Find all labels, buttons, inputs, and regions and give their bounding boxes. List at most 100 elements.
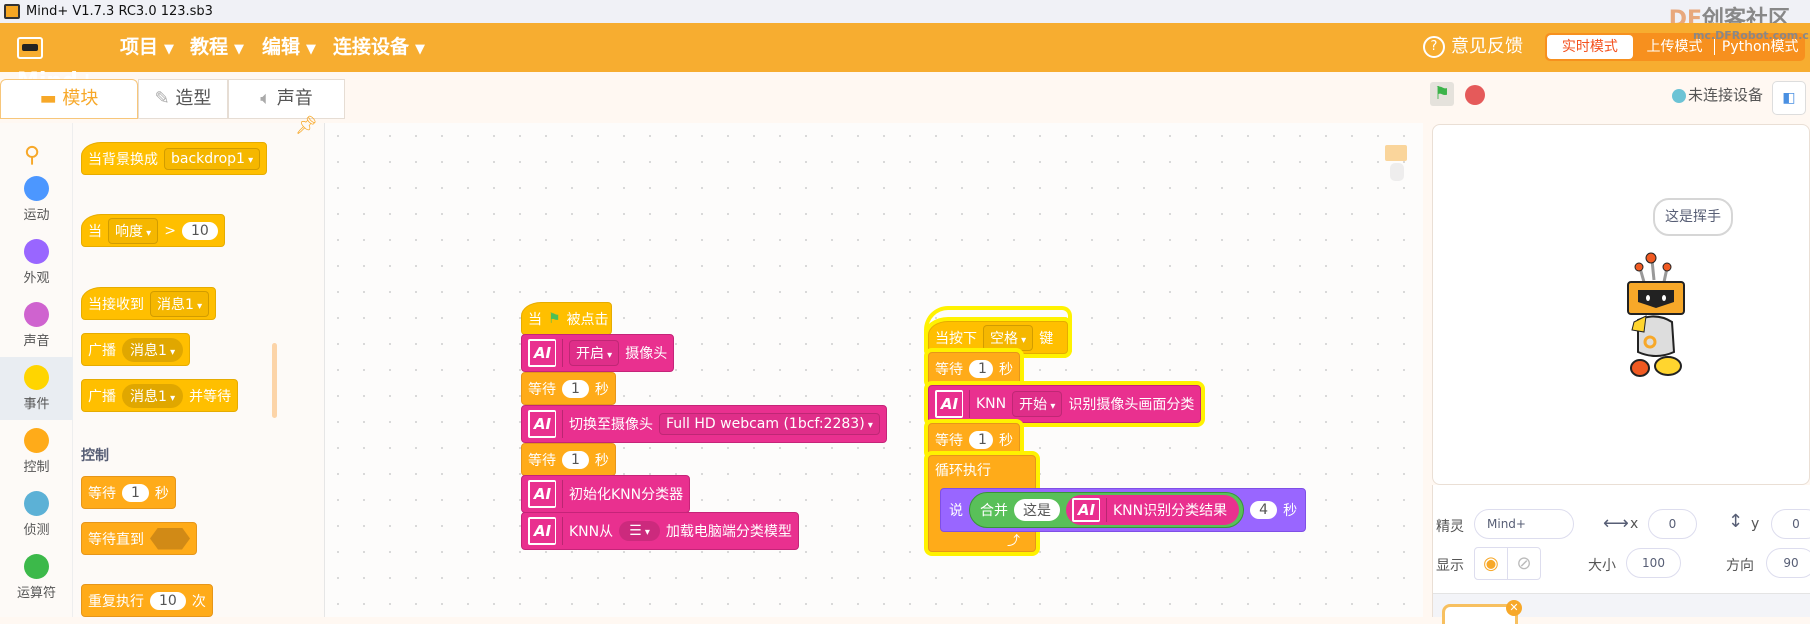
- category-looks[interactable]: 外观: [0, 231, 73, 294]
- search-icon[interactable]: ⚲: [24, 143, 40, 168]
- chevron-down-icon: ▼: [306, 42, 317, 57]
- value-input[interactable]: 1: [969, 359, 993, 378]
- stage-layout-button[interactable]: ◧: [1772, 81, 1806, 115]
- mind-plus-robot-sprite[interactable]: [1622, 250, 1692, 380]
- block-text: 当: [88, 223, 102, 240]
- tab-label: 模块: [62, 88, 99, 109]
- knn-state-dropdown[interactable]: 开始: [1012, 391, 1063, 417]
- size-input[interactable]: 100: [1626, 548, 1681, 578]
- stop-button[interactable]: [1465, 85, 1485, 105]
- tab-sounds[interactable]: 🔈︎ 声音: [228, 79, 345, 119]
- block-text: KNN从: [569, 524, 614, 540]
- eye-slash-icon[interactable]: ⊘: [1508, 548, 1540, 579]
- category-dot: [24, 302, 49, 327]
- file-menu-icon[interactable]: ☰: [619, 521, 660, 541]
- value-input[interactable]: 1: [562, 379, 589, 398]
- camera-dropdown[interactable]: Full HD webcam (1bcf:2283): [659, 413, 880, 435]
- block-wait[interactable]: 等待 1 秒: [928, 352, 1020, 385]
- block-text: 键: [1039, 330, 1054, 347]
- sprite-name-input[interactable]: Mind+: [1474, 509, 1574, 539]
- stage[interactable]: [1432, 124, 1810, 485]
- key-dropdown[interactable]: 空格: [983, 324, 1034, 351]
- palette-scrollbar[interactable]: [272, 343, 277, 418]
- camera-state-dropdown[interactable]: 开启: [569, 340, 620, 366]
- category-events[interactable]: 事件: [0, 357, 73, 420]
- knn-result-reporter[interactable]: AI KNN识别分类结果: [1066, 495, 1240, 525]
- mode-realtime[interactable]: 实时模式: [1547, 35, 1633, 59]
- value-input[interactable]: 10: [150, 591, 186, 610]
- string-input[interactable]: 这是: [1014, 499, 1060, 521]
- code-workspace[interactable]: 当⚑被点击 AI开启摄像头 等待1秒 AI 切换至摄像头 Full HD webca…: [325, 123, 1423, 617]
- tab-costumes[interactable]: ✎ 造型: [138, 79, 228, 119]
- block-broadcast-and-wait[interactable]: 广播消息1 并等待: [81, 379, 239, 412]
- block-ai-camera-toggle[interactable]: AI 开启摄像头: [521, 334, 675, 372]
- block-text: 切换至摄像头: [569, 417, 653, 433]
- backdrop-dropdown[interactable]: backdrop1: [164, 147, 261, 170]
- pin-icon[interactable]: 📌︎: [295, 115, 318, 136]
- block-repeat[interactable]: 重复执行 10 次: [81, 584, 213, 617]
- y-input[interactable]: 0: [1771, 509, 1810, 539]
- block-ai-knn-load-model[interactable]: AI KNN从 ☰ 加载电脑端分类模型: [521, 512, 799, 550]
- message-dropdown[interactable]: 消息1: [150, 290, 210, 317]
- feedback-button[interactable]: ? 意见反馈: [1423, 33, 1523, 61]
- menu-edit[interactable]: 编辑 ▼: [262, 33, 316, 64]
- x-input[interactable]: 0: [1648, 509, 1697, 539]
- block-text: 并等待: [189, 388, 232, 405]
- block-wait[interactable]: 等待 1 秒: [521, 443, 616, 476]
- category-control[interactable]: 控制: [0, 420, 73, 483]
- ai-icon: AI: [528, 410, 556, 438]
- category-label: 声音: [23, 334, 50, 349]
- menu-project[interactable]: 项目 ▼: [120, 33, 174, 64]
- value-input[interactable]: 1: [562, 450, 589, 469]
- boolean-slot[interactable]: [150, 527, 190, 550]
- block-ai-knn-recognize[interactable]: AI KNN 开始识别摄像头画面分类: [928, 385, 1202, 423]
- message-dropdown[interactable]: 消息1: [122, 383, 184, 408]
- block-when-flag-clicked[interactable]: 当 ⚑ 被点击: [521, 291, 612, 335]
- block-text: 秒: [154, 485, 169, 502]
- delete-sprite-icon[interactable]: ✕: [1506, 600, 1522, 616]
- value-input[interactable]: 1: [969, 430, 993, 449]
- block-wait[interactable]: 等待 1 秒: [81, 476, 176, 509]
- block-when-receive[interactable]: 当接收到 消息1: [81, 287, 217, 320]
- category-sound[interactable]: 声音: [0, 294, 73, 357]
- category-motion[interactable]: 运动: [0, 168, 73, 231]
- show-label: 显示: [1436, 558, 1464, 574]
- title-bar: Mind+ V1.7.3 RC3.0 123.sb3: [0, 0, 1810, 23]
- block-when-backdrop-switches[interactable]: 当背景换成 backdrop1: [81, 142, 268, 175]
- block-wait[interactable]: 等待 1 秒: [928, 423, 1020, 456]
- category-operators[interactable]: 运算符: [0, 546, 73, 609]
- block-when-key-pressed[interactable]: 当按下空格键: [928, 310, 1068, 354]
- connection-label: 未连接设备: [1688, 86, 1764, 104]
- blocks-icon: ▬: [39, 88, 63, 109]
- category-sensing[interactable]: 侦测: [0, 483, 73, 546]
- green-flag-button[interactable]: ⚑: [1430, 82, 1454, 106]
- sensor-dropdown[interactable]: 响度: [108, 217, 159, 244]
- sprite-info-panel: 精灵 Mind+ ⟷ x 0 ↕ y 0 显示 ◉ ⊘ 大小 100 方向 90…: [1432, 485, 1810, 624]
- block-wait[interactable]: 等待 1 秒: [521, 372, 616, 405]
- block-broadcast[interactable]: 广播 消息1: [81, 333, 191, 366]
- watermark-url: mc.DFRobot.com.cn: [1693, 29, 1810, 42]
- block-ai-init-knn[interactable]: AI 初始化KNN分类器: [521, 475, 691, 513]
- block-ai-switch-camera[interactable]: AI 切换至摄像头 Full HD webcam (1bcf:2283): [521, 405, 887, 443]
- connection-status[interactable]: 未连接设备: [1672, 85, 1763, 105]
- block-text: 等待: [528, 381, 556, 398]
- eye-icon[interactable]: ◉: [1475, 548, 1508, 579]
- section-heading-control: 控制: [81, 448, 109, 464]
- join-reporter[interactable]: 合并 这是 AI KNN识别分类结果: [969, 492, 1245, 528]
- block-say-for-secs[interactable]: 说 合并 这是 AI KNN识别分类结果 4 秒: [940, 488, 1307, 532]
- speech-bubble: 这是挥手: [1653, 198, 1733, 236]
- direction-input[interactable]: 90: [1766, 548, 1810, 578]
- menu-label: 项目: [120, 36, 159, 58]
- block-text: 当背景换成: [88, 151, 158, 168]
- block-when-loudness[interactable]: 当响度 >10: [81, 214, 225, 247]
- value-input[interactable]: 10: [181, 221, 218, 240]
- value-input[interactable]: 1: [122, 483, 149, 502]
- menu-connect-device[interactable]: 连接设备 ▼: [333, 33, 425, 64]
- block-wait-until[interactable]: 等待直到: [81, 522, 197, 555]
- message-dropdown[interactable]: 消息1: [122, 337, 184, 362]
- tab-label: 造型: [175, 88, 212, 109]
- menu-tutorial[interactable]: 教程 ▼: [190, 33, 244, 64]
- category-dot: [24, 554, 49, 579]
- secs-input[interactable]: 4: [1250, 501, 1278, 519]
- tab-blocks[interactable]: ▬ 模块: [0, 79, 138, 119]
